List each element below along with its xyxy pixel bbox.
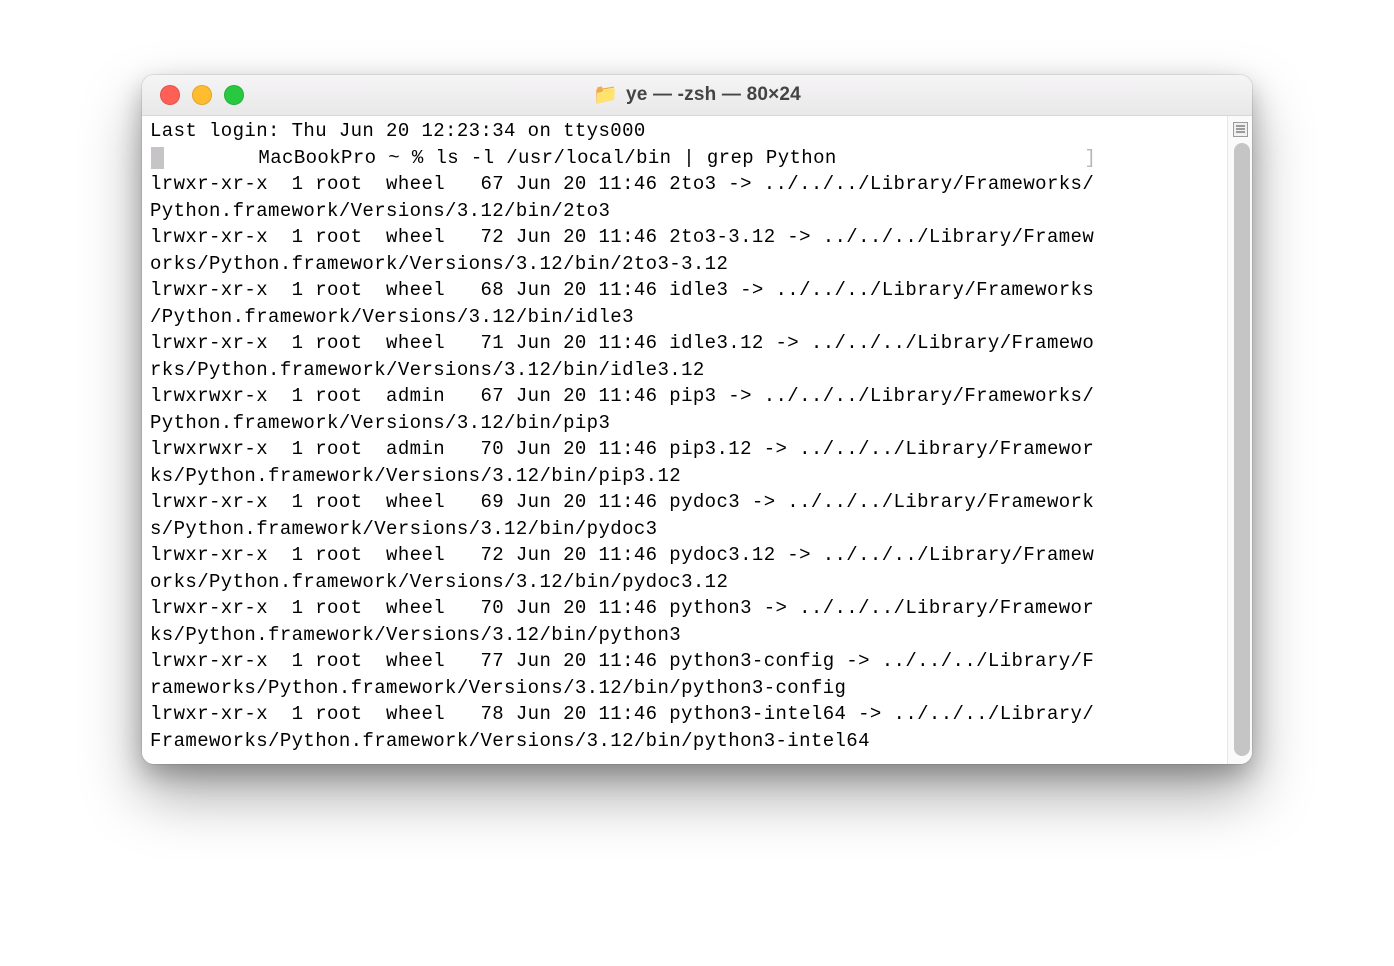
terminal-line: /Python.framework/Versions/3.12/bin/idle… <box>142 304 1227 331</box>
terminal-line: lrwxr-xr-x 1 root wheel 72 Jun 20 11:46 … <box>142 542 1227 569</box>
terminal-line: lrwxr-xr-x 1 root wheel 70 Jun 20 11:46 … <box>142 595 1227 622</box>
terminal-line: lrwxr-xr-x 1 root wheel 71 Jun 20 11:46 … <box>142 330 1227 357</box>
scroll-gutter <box>1227 116 1252 764</box>
terminal-line: lrwxr-xr-x 1 root wheel 78 Jun 20 11:46 … <box>142 701 1227 728</box>
bracket-icon: ] <box>1085 147 1097 169</box>
terminal-line: s/Python.framework/Versions/3.12/bin/pyd… <box>142 516 1227 543</box>
terminal-line: lrwxr-xr-x 1 root wheel 69 Jun 20 11:46 … <box>142 489 1227 516</box>
window-minimize-button[interactable] <box>192 85 212 105</box>
terminal-line: Last login: Thu Jun 20 12:23:34 on ttys0… <box>142 118 1227 145</box>
terminal-line: rks/Python.framework/Versions/3.12/bin/i… <box>142 357 1227 384</box>
terminal-line: MacBookPro ~ % ls -l /usr/local/bin | gr… <box>142 145 1227 172</box>
terminal-line: ks/Python.framework/Versions/3.12/bin/py… <box>142 622 1227 649</box>
terminal-line: lrwxrwxr-x 1 root admin 70 Jun 20 11:46 … <box>142 436 1227 463</box>
terminal-content[interactable]: Last login: Thu Jun 20 12:23:34 on ttys0… <box>142 116 1227 764</box>
terminal-line: Python.framework/Versions/3.12/bin/2to3 <box>142 198 1227 225</box>
titlebar[interactable]: 📁 ye — -zsh — 80×24 <box>142 75 1252 116</box>
terminal-line: rameworks/Python.framework/Versions/3.12… <box>142 675 1227 702</box>
terminal-line: lrwxr-xr-x 1 root wheel 68 Jun 20 11:46 … <box>142 277 1227 304</box>
terminal-line: orks/Python.framework/Versions/3.12/bin/… <box>142 569 1227 596</box>
terminal-line: Python.framework/Versions/3.12/bin/pip3 <box>142 410 1227 437</box>
window-title: ye — -zsh — 80×24 <box>626 84 801 106</box>
terminal-line: Frameworks/Python.framework/Versions/3.1… <box>142 728 1227 755</box>
scroll-indicator-icon[interactable] <box>1233 122 1248 137</box>
window-fullscreen-button[interactable] <box>224 85 244 105</box>
terminal-line: lrwxrwxr-x 1 root admin 67 Jun 20 11:46 … <box>142 383 1227 410</box>
scrollbar-thumb[interactable] <box>1234 143 1250 756</box>
terminal-line: lrwxr-xr-x 1 root wheel 67 Jun 20 11:46 … <box>142 171 1227 198</box>
terminal-window: 📁 ye — -zsh — 80×24 Last login: Thu Jun … <box>142 75 1252 764</box>
window-close-button[interactable] <box>160 85 180 105</box>
scrollbar-track[interactable] <box>1228 137 1252 764</box>
terminal-line: orks/Python.framework/Versions/3.12/bin/… <box>142 251 1227 278</box>
traffic-lights <box>142 85 244 105</box>
terminal-line: ks/Python.framework/Versions/3.12/bin/pi… <box>142 463 1227 490</box>
terminal-line: lrwxr-xr-x 1 root wheel 77 Jun 20 11:46 … <box>142 648 1227 675</box>
terminal-area: Last login: Thu Jun 20 12:23:34 on ttys0… <box>142 116 1252 764</box>
terminal-line: lrwxr-xr-x 1 root wheel 72 Jun 20 11:46 … <box>142 224 1227 251</box>
folder-icon: 📁 <box>593 85 618 105</box>
cursor <box>151 147 164 169</box>
